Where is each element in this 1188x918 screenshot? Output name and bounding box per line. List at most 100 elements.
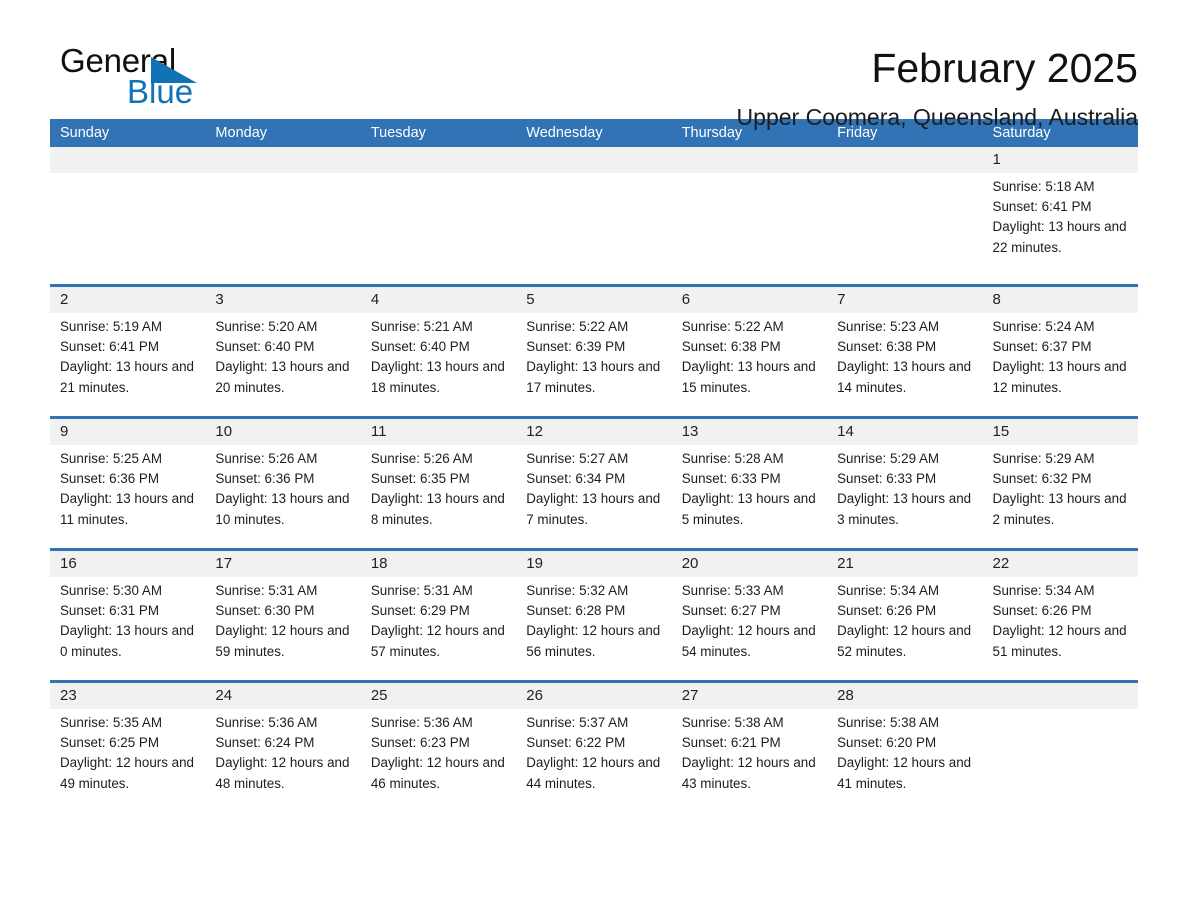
calendar-day-cell[interactable]: 15 Sunrise: 5:29 AM Sunset: 6:32 PM Dayligh… [982, 419, 1138, 548]
sunrise-text: Sunrise: 5:34 AM [837, 583, 940, 598]
sunset-text: Sunset: 6:35 PM [370, 471, 470, 487]
day-number-band: 13 [671, 419, 828, 445]
calendar-week-row: 23 Sunrise: 5:35 AM Sunset: 6:25 PM Dayligh… [50, 680, 1138, 812]
day-details: Sunrise: 5:36 AM Sunset: 6:23 PM Daylight:… [361, 709, 516, 794]
calendar-day-cell[interactable]: 12 Sunrise: 5:27 AM Sunset: 6:34 PM Dayligh… [516, 419, 672, 548]
day-number-band: 19 [516, 551, 672, 577]
calendar-day-cell[interactable]: 13 Sunrise: 5:28 AM Sunset: 6:33 PM Dayligh… [671, 419, 828, 548]
calendar-day-cell[interactable]: 28 Sunrise: 5:38 AM Sunset: 6:20 PM Dayligh… [827, 683, 983, 812]
day-details: Sunrise: 5:38 AM Sunset: 6:21 PM Daylight:… [672, 709, 827, 794]
calendar-day-cell[interactable]: 26 Sunrise: 5:37 AM Sunset: 6:22 PM Dayligh… [516, 683, 672, 812]
day-number: 15 [992, 423, 1010, 440]
column-header-tuesday: Tuesday [370, 125, 426, 141]
day-details: Sunrise: 5:29 AM Sunset: 6:32 PM Daylight:… [983, 445, 1138, 530]
sunrise-text: Sunrise: 5:35 AM [60, 715, 162, 730]
day-number: 2 [60, 291, 69, 308]
sunrise-text: Sunrise: 5:31 AM [215, 583, 318, 598]
sunrise-text: Sunrise: 5:37 AM [526, 715, 629, 730]
day-number: 12 [526, 423, 543, 440]
sunset-text: Sunset: 6:25 PM [60, 735, 159, 751]
calendar-day-cell[interactable]: 3 Sunrise: 5:20 AM Sunset: 6:40 PM Daylight… [205, 287, 361, 416]
day-number: 9 [60, 423, 69, 440]
calendar-day-cell[interactable]: 4 Sunrise: 5:21 AM Sunset: 6:40 PM Daylight… [360, 287, 517, 416]
daylight-text: Daylight: 13 hours and 15 minutes. [681, 359, 816, 395]
day-details: Sunrise: 5:28 AM Sunset: 6:33 PM Daylight:… [672, 445, 827, 530]
daylight-text: Daylight: 13 hours and 0 minutes. [60, 623, 194, 659]
sunset-text: Sunset: 6:38 PM [681, 339, 781, 355]
day-details: Sunrise: 5:26 AM Sunset: 6:35 PM Daylight:… [361, 445, 516, 530]
daylight-text: Daylight: 13 hours and 3 minutes. [837, 491, 972, 527]
calendar-day-cell[interactable]: 27 Sunrise: 5:38 AM Sunset: 6:21 PM Dayligh… [671, 683, 828, 812]
sunrise-text: Sunrise: 5:29 AM [992, 451, 1095, 466]
calendar-day-cell[interactable]: 10 Sunrise: 5:26 AM Sunset: 6:36 PM Dayligh… [205, 419, 361, 548]
day-number: 18 [370, 555, 388, 572]
calendar-day-cell[interactable]: 7 Sunrise: 5:23 AM Sunset: 6:38 PM Daylight… [827, 287, 983, 416]
day-number: 7 [837, 291, 846, 308]
sunset-text: Sunset: 6:24 PM [215, 735, 315, 751]
day-number: 24 [215, 687, 233, 704]
sunrise-text: Sunrise: 5:25 AM [60, 451, 162, 466]
calendar-day-cell[interactable]: 2 Sunrise: 5:19 AM Sunset: 6:41 PM Daylight… [50, 287, 206, 416]
daylight-text: Daylight: 13 hours and 14 minutes. [837, 359, 972, 395]
day-number-band: 24 [205, 683, 361, 709]
daylight-text: Daylight: 12 hours and 56 minutes. [526, 623, 661, 659]
calendar-cell-empty [516, 147, 672, 284]
calendar-day-cell[interactable]: 1 Sunrise: 5:18 AM Sunset: 6:41 PM Daylight… [982, 147, 1138, 284]
calendar-table: Sunday Monday Tuesday Wednesday Thursday Frid… [50, 119, 1138, 812]
calendar-day-cell[interactable]: 20 Sunrise: 5:33 AM Sunset: 6:27 PM Dayligh… [671, 551, 828, 680]
sunrise-text: Sunrise: 5:38 AM [681, 715, 784, 730]
calendar-day-cell[interactable]: 16 Sunrise: 5:30 AM Sunset: 6:31 PM Dayligh… [50, 551, 206, 680]
day-details: Sunrise: 5:32 AM Sunset: 6:28 PM Daylight:… [516, 577, 671, 662]
calendar-week-row: 1 Sunrise: 5:18 AM Sunset: 6:41 PM Daylight… [50, 147, 1138, 284]
sunrise-text: Sunrise: 5:24 AM [992, 319, 1095, 334]
calendar-day-cell[interactable]: 18 Sunrise: 5:31 AM Sunset: 6:29 PM Dayligh… [360, 551, 517, 680]
daylight-text: Daylight: 12 hours and 57 minutes. [370, 623, 505, 659]
sunset-text: Sunset: 6:33 PM [681, 471, 781, 487]
calendar-day-cell[interactable]: 25 Sunrise: 5:36 AM Sunset: 6:23 PM Dayligh… [360, 683, 517, 812]
sunset-text: Sunset: 6:37 PM [992, 339, 1092, 355]
sunset-text: Sunset: 6:40 PM [370, 339, 470, 355]
sunset-text: Sunset: 6:33 PM [837, 471, 937, 487]
day-number: 19 [526, 555, 543, 572]
calendar-day-cell[interactable]: 22 Sunrise: 5:34 AM Sunset: 6:26 PM Dayligh… [982, 551, 1138, 680]
day-number-band: 28 [827, 683, 983, 709]
day-number: 27 [681, 687, 699, 704]
day-number-band: 1 [982, 147, 1138, 173]
calendar-day-cell[interactable]: 19 Sunrise: 5:32 AM Sunset: 6:28 PM Dayligh… [516, 551, 672, 680]
day-number: 26 [526, 687, 543, 704]
calendar-weeks: 1 Sunrise: 5:18 AM Sunset: 6:41 PM Daylight… [50, 147, 1138, 812]
day-number: 4 [370, 291, 380, 308]
calendar-day-cell[interactable]: 23 Sunrise: 5:35 AM Sunset: 6:25 PM Dayligh… [50, 683, 206, 812]
sunset-text: Sunset: 6:32 PM [992, 471, 1092, 487]
day-number: 16 [60, 555, 77, 572]
daylight-text: Daylight: 13 hours and 22 minutes. [992, 219, 1127, 255]
day-number-band [982, 683, 1138, 709]
day-number-band: 5 [516, 287, 672, 313]
sunset-text: Sunset: 6:36 PM [60, 471, 159, 487]
sunrise-text: Sunrise: 5:36 AM [370, 715, 473, 730]
day-details: Sunrise: 5:25 AM Sunset: 6:36 PM Daylight:… [50, 445, 205, 530]
calendar-day-cell[interactable]: 14 Sunrise: 5:29 AM Sunset: 6:33 PM Dayligh… [827, 419, 983, 548]
column-header-friday: Friday [837, 125, 878, 141]
calendar-day-cell[interactable]: 5 Sunrise: 5:22 AM Sunset: 6:39 PM Daylight… [516, 287, 672, 416]
daylight-text: Daylight: 12 hours and 59 minutes. [215, 623, 350, 659]
column-header-saturday: Saturday [992, 125, 1051, 141]
calendar-day-cell[interactable]: 17 Sunrise: 5:31 AM Sunset: 6:30 PM Dayligh… [205, 551, 361, 680]
calendar-day-cell[interactable]: 21 Sunrise: 5:34 AM Sunset: 6:26 PM Dayligh… [827, 551, 983, 680]
day-number: 21 [837, 555, 854, 572]
calendar-day-cell[interactable]: 6 Sunrise: 5:22 AM Sunset: 6:38 PM Daylight… [671, 287, 828, 416]
day-number-band [205, 147, 361, 173]
day-number-band [671, 147, 828, 173]
calendar-day-cell[interactable]: 24 Sunrise: 5:36 AM Sunset: 6:24 PM Dayligh… [205, 683, 361, 812]
day-number-band: 3 [205, 287, 361, 313]
calendar-day-cell[interactable]: 9 Sunrise: 5:25 AM Sunset: 6:36 PM Daylight… [50, 419, 206, 548]
day-number: 17 [215, 555, 233, 572]
sunrise-text: Sunrise: 5:19 AM [60, 319, 162, 334]
day-details: Sunrise: 5:37 AM Sunset: 6:22 PM Daylight:… [516, 709, 671, 794]
calendar-day-cell[interactable]: 11 Sunrise: 5:26 AM Sunset: 6:35 PM Dayligh… [360, 419, 517, 548]
day-details: Sunrise: 5:22 AM Sunset: 6:38 PM Daylight:… [672, 313, 827, 398]
day-number-band: 20 [671, 551, 828, 577]
sunrise-text: Sunrise: 5:29 AM [837, 451, 940, 466]
calendar-day-cell[interactable]: 8 Sunrise: 5:24 AM Sunset: 6:37 PM Daylight… [982, 287, 1138, 416]
day-details: Sunrise: 5:33 AM Sunset: 6:27 PM Daylight:… [672, 577, 827, 662]
